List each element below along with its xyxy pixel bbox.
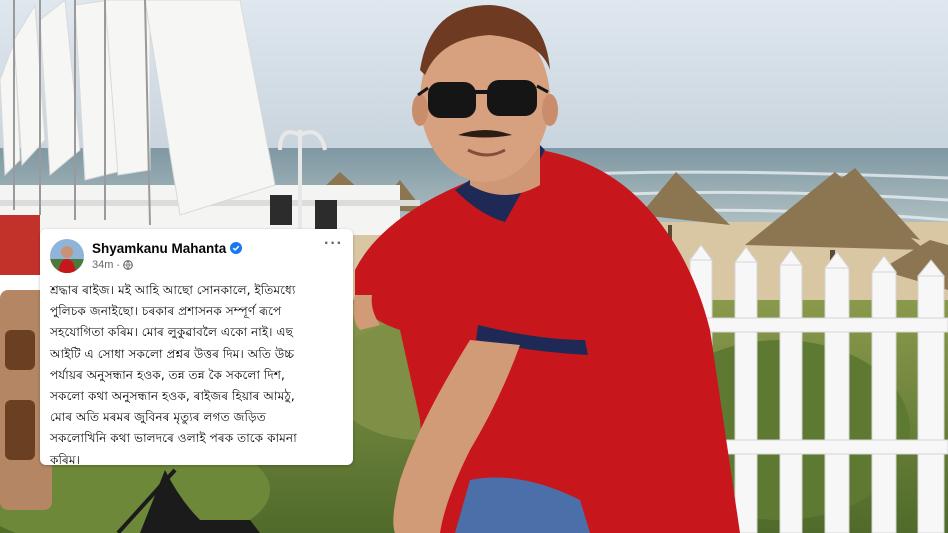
verified-badge-icon: [230, 242, 243, 254]
author-row: Shyamkanu Mahanta: [92, 241, 243, 256]
post-meta: Shyamkanu Mahanta 34m ·: [92, 241, 243, 272]
author-name[interactable]: Shyamkanu Mahanta: [92, 241, 226, 256]
social-post-card: Shyamkanu Mahanta 34m · ··· শ্ৰদ্ধাৰ ৰাই…: [40, 229, 353, 467]
avatar[interactable]: [50, 239, 84, 273]
avatar-image: [50, 239, 84, 273]
post-subline: 34m ·: [92, 259, 242, 272]
post-header: Shyamkanu Mahanta 34m ·: [50, 238, 343, 274]
more-options-icon[interactable]: ···: [324, 235, 343, 253]
post-text: শ্ৰদ্ধাৰ ৰাইজ। মই আহি আছো সোনকালে, ইতিমধ…: [50, 283, 297, 467]
globe-icon: [123, 260, 133, 270]
red-object: [0, 215, 40, 275]
post-time[interactable]: 34m: [92, 259, 113, 271]
separator-dot: ·: [116, 258, 120, 272]
